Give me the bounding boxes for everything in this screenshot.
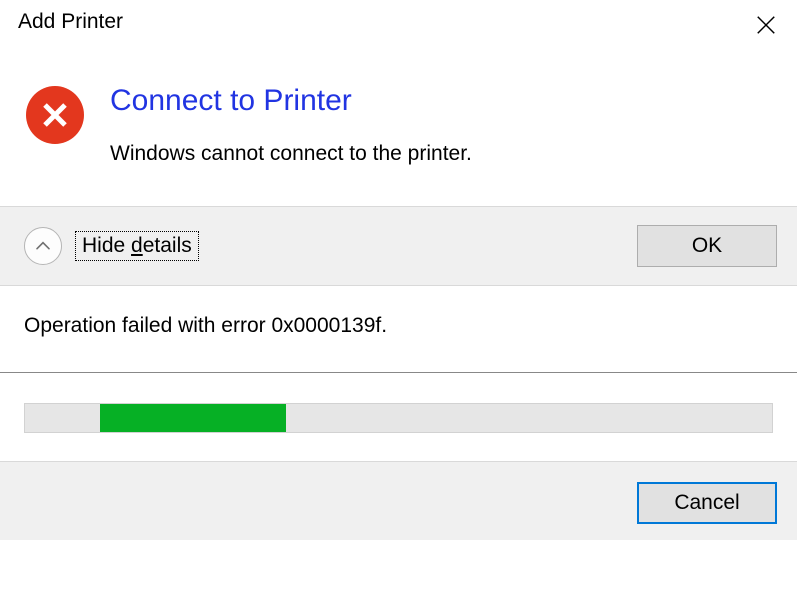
- progress-zone: [0, 373, 797, 462]
- progress-fill: [100, 404, 287, 432]
- progress-bar: [24, 403, 773, 433]
- chevron-up-icon: [24, 227, 62, 265]
- cancel-button[interactable]: Cancel: [637, 482, 777, 524]
- bottom-bar: Cancel: [0, 462, 797, 540]
- window-title: Add Printer: [18, 10, 123, 34]
- close-button[interactable]: [749, 10, 783, 44]
- action-row: Hide details OK: [0, 206, 797, 285]
- title-bar: Add Printer: [0, 0, 797, 56]
- details-text: Operation failed with error 0x0000139f.: [24, 314, 387, 337]
- dialog-message: Windows cannot connect to the printer.: [110, 142, 472, 166]
- hide-details-toggle[interactable]: Hide details: [24, 227, 198, 265]
- dialog-heading: Connect to Printer: [110, 84, 472, 118]
- ok-button[interactable]: OK: [637, 225, 777, 267]
- hide-details-label: Hide details: [76, 232, 198, 260]
- content-area: Connect to Printer Windows cannot connec…: [0, 56, 797, 206]
- error-icon: [26, 86, 84, 144]
- close-icon: [755, 14, 777, 41]
- dialog-text-block: Connect to Printer Windows cannot connec…: [110, 84, 472, 166]
- details-area: Operation failed with error 0x0000139f.: [0, 285, 797, 373]
